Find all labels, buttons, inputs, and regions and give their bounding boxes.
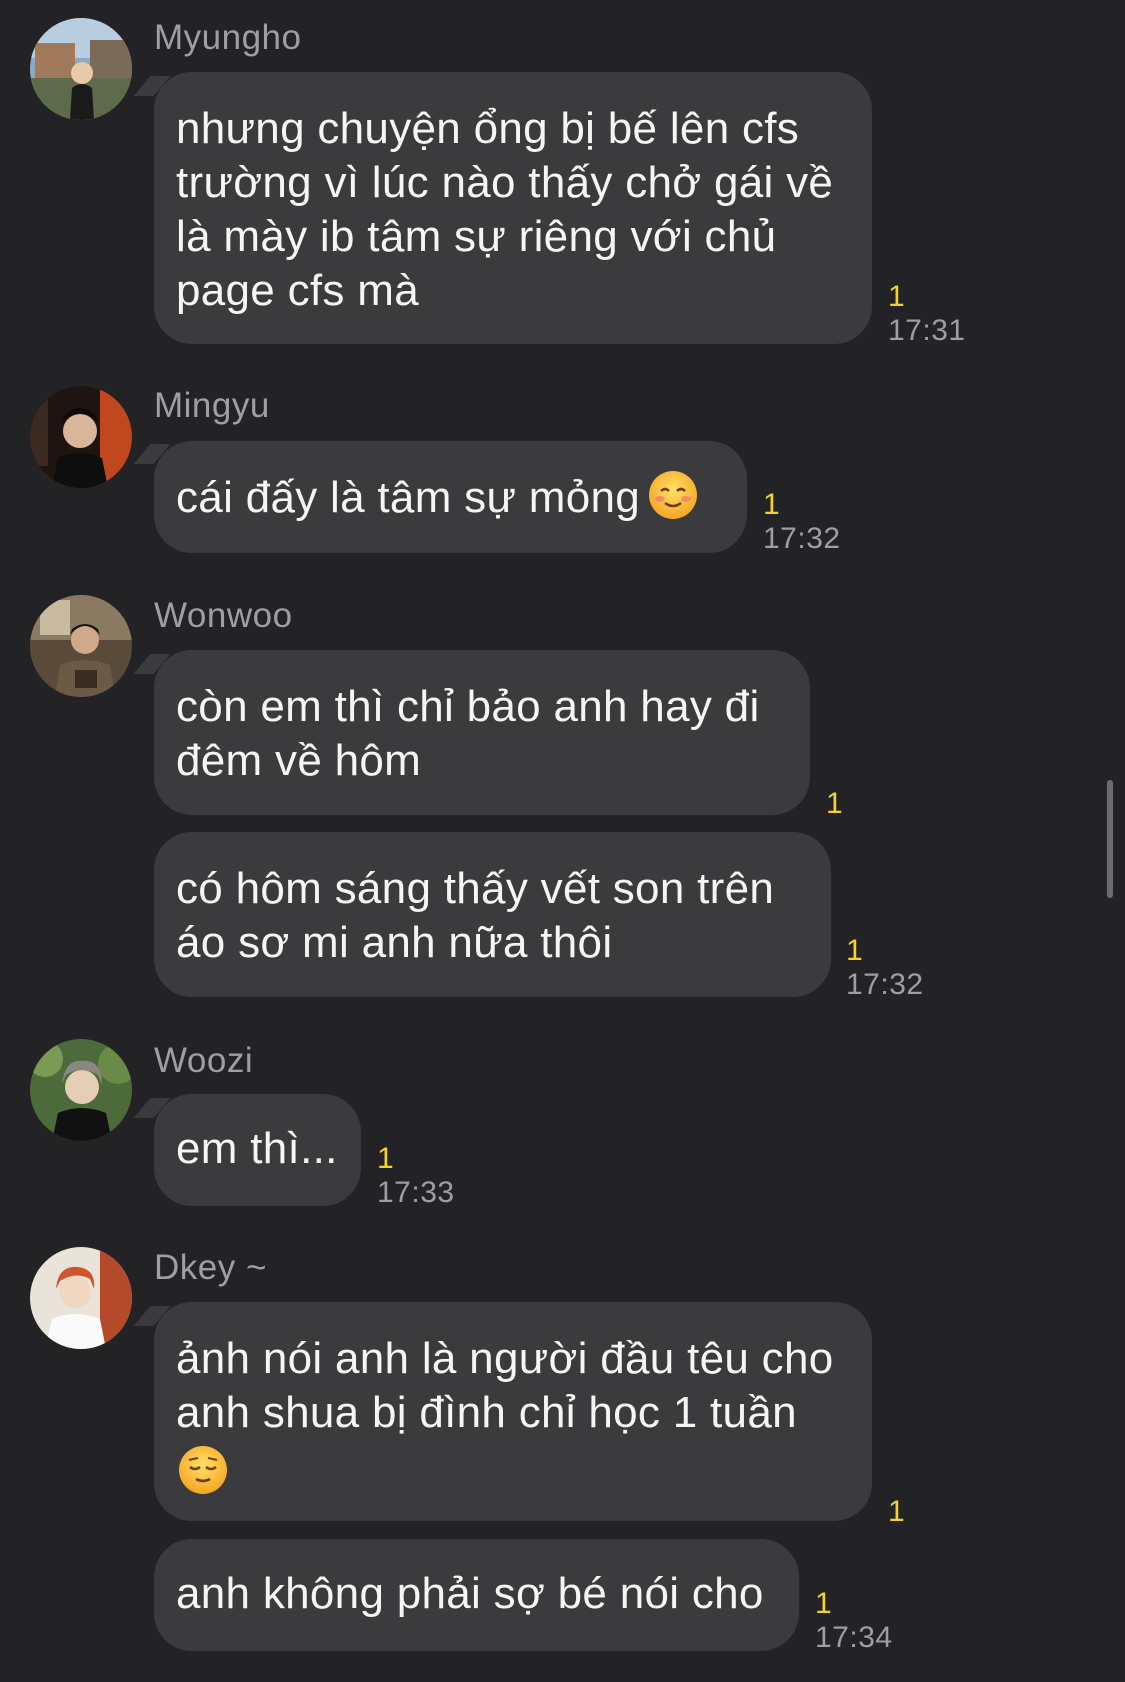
sender-name: Wonwoo bbox=[154, 596, 293, 635]
timestamp: 17:31 bbox=[888, 314, 966, 347]
timestamp: 17:32 bbox=[846, 968, 924, 1001]
message-bubble[interactable]: em thì... bbox=[154, 1094, 361, 1206]
message-line: có hôm sáng thấy vết son trên bbox=[176, 864, 775, 913]
message-line: là mày ib tâm sự riêng với chủ bbox=[176, 212, 777, 261]
message-meta: 1 bbox=[888, 1495, 905, 1529]
avatar-photo-mingyu bbox=[30, 386, 132, 488]
message-bubble[interactable]: cái đấy là tâm sự mỏng bbox=[154, 441, 747, 553]
message-line: ảnh nói anh là người đầu têu cho bbox=[176, 1334, 834, 1383]
sender-name: Myungho bbox=[154, 18, 302, 57]
smiling-face-icon bbox=[649, 471, 698, 519]
unread-count: 1 bbox=[815, 1587, 832, 1620]
sender-name: Woozi bbox=[154, 1041, 254, 1080]
message-text: cái đấy là tâm sự mỏng bbox=[176, 473, 641, 522]
message-meta: 1 17:31 bbox=[888, 280, 966, 348]
sender-name: Dkey ~ bbox=[154, 1248, 267, 1287]
message-line: còn em thì chỉ bảo anh hay đi bbox=[176, 682, 760, 731]
avatar-woozi[interactable] bbox=[30, 1039, 132, 1141]
unread-count: 1 bbox=[888, 1495, 905, 1528]
message-line: anh shua bị đình chỉ học 1 tuần bbox=[176, 1388, 797, 1437]
message-bubble[interactable]: còn em thì chỉ bảo anh hay đi đêm về hôm bbox=[154, 650, 810, 815]
message-line: đêm về hôm bbox=[176, 736, 422, 785]
message-meta: 1 17:32 bbox=[763, 488, 841, 556]
unread-count: 1 bbox=[846, 934, 863, 967]
avatar-photo-dkey bbox=[30, 1247, 132, 1349]
avatar-photo-wonwoo bbox=[30, 595, 132, 697]
timestamp: 17:32 bbox=[763, 522, 841, 555]
message-line: anh không phải sợ bé nói cho bbox=[176, 1569, 764, 1618]
avatar-photo-myungho bbox=[30, 18, 132, 120]
message-line: page cfs mà bbox=[176, 266, 419, 315]
avatar-wonwoo[interactable] bbox=[30, 595, 132, 697]
relieved-face-icon bbox=[179, 1446, 227, 1495]
unread-count: 1 bbox=[763, 488, 780, 521]
message-line: cái đấy là tâm sự mỏng bbox=[176, 470, 725, 525]
message-bubble[interactable]: ảnh nói anh là người đầu têu cho anh shu… bbox=[154, 1302, 872, 1521]
unread-count: 1 bbox=[888, 280, 905, 313]
message-line bbox=[176, 1440, 850, 1495]
message-line: trường vì lúc nào thấy chở gái về bbox=[176, 158, 834, 207]
message-bubble[interactable]: anh không phải sợ bé nói cho bbox=[154, 1539, 799, 1651]
message-bubble[interactable]: có hôm sáng thấy vết son trên áo sơ mi a… bbox=[154, 832, 831, 997]
message-line: nhưng chuyện ổng bị bế lên cfs bbox=[176, 104, 800, 153]
message-meta: 1 17:34 bbox=[815, 1587, 893, 1655]
unread-count: 1 bbox=[377, 1142, 394, 1175]
message-line: áo sơ mi anh nữa thôi bbox=[176, 918, 613, 967]
avatar-photo-woozi bbox=[30, 1039, 132, 1141]
avatar-mingyu[interactable] bbox=[30, 386, 132, 488]
message-meta: 1 bbox=[826, 787, 843, 821]
avatar-myungho[interactable] bbox=[30, 18, 132, 120]
scrollbar[interactable] bbox=[1107, 780, 1113, 898]
message-bubble[interactable]: nhưng chuyện ổng bị bế lên cfs trường vì… bbox=[154, 72, 872, 344]
message-line: em thì... bbox=[176, 1124, 338, 1173]
sender-name: Mingyu bbox=[154, 386, 270, 425]
message-meta: 1 17:32 bbox=[846, 934, 924, 1002]
message-meta: 1 17:33 bbox=[377, 1142, 455, 1210]
avatar-dkey[interactable] bbox=[30, 1247, 132, 1349]
timestamp: 17:34 bbox=[815, 1621, 893, 1654]
unread-count: 1 bbox=[826, 787, 843, 820]
timestamp: 17:33 bbox=[377, 1176, 455, 1209]
